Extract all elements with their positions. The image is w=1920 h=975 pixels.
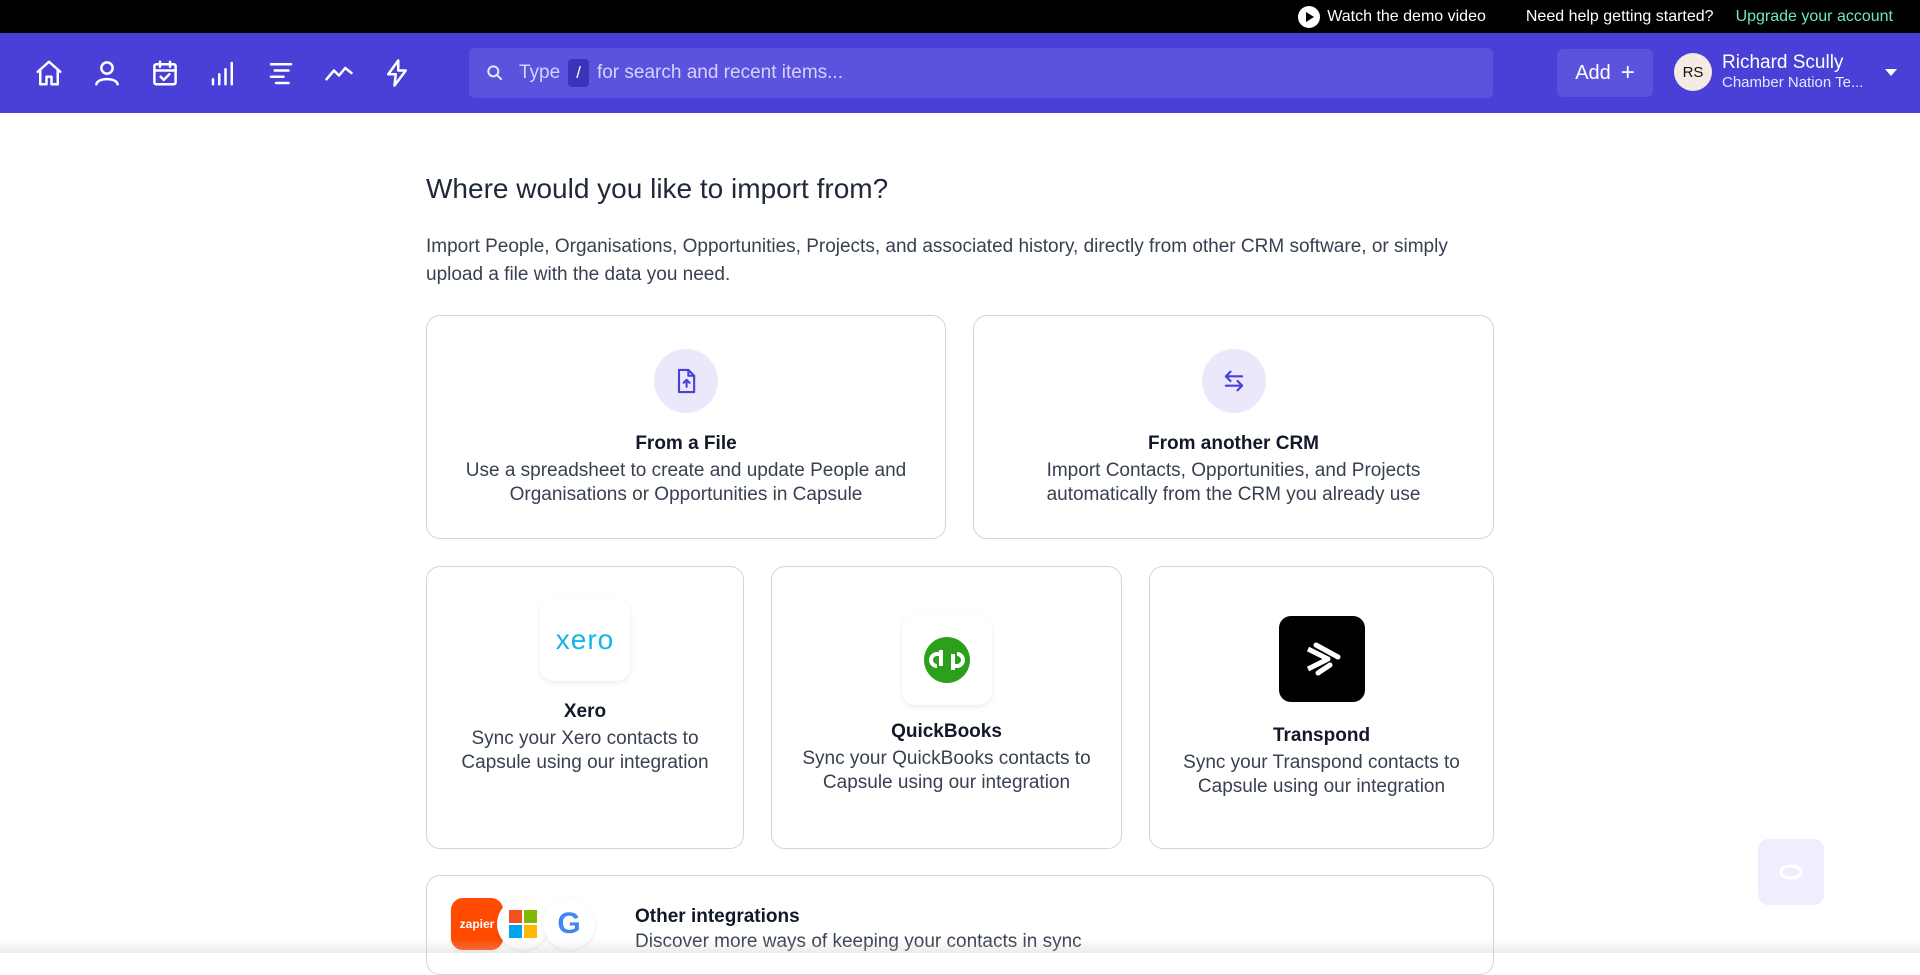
user-menu[interactable]: RS Richard Scully Chamber Nation Te... xyxy=(1674,52,1898,92)
upgrade-link[interactable]: Upgrade your account xyxy=(1736,8,1893,26)
xero-logo: xero xyxy=(540,599,630,681)
plus-icon: + xyxy=(1620,59,1635,86)
from-crm-title: From another CRM xyxy=(1148,433,1319,454)
calendar-check-icon[interactable] xyxy=(146,54,184,92)
quickbooks-title: QuickBooks xyxy=(891,721,1002,742)
from-file-card[interactable]: From a File Use a spreadsheet to create … xyxy=(426,315,946,539)
other-integrations-card[interactable]: zapier G Other integrations Discover mor… xyxy=(426,875,1494,975)
user-org: Chamber Nation Te... xyxy=(1722,74,1864,91)
transpond-desc: Sync your Transpond contacts to Capsule … xyxy=(1183,752,1460,797)
swap-arrows-icon xyxy=(1201,349,1266,413)
bottom-fade xyxy=(0,939,1920,953)
trend-line-icon[interactable] xyxy=(320,54,358,92)
list-icon[interactable] xyxy=(262,54,300,92)
zapier-logo-text: zapier xyxy=(459,917,495,931)
search-shortcut-key: / xyxy=(568,59,589,87)
search-placeholder: for search and recent items... xyxy=(596,62,843,83)
assistant-icon xyxy=(1779,864,1803,880)
add-button[interactable]: Add + xyxy=(1557,49,1653,97)
quickbooks-card[interactable]: QuickBooks Sync your QuickBooks contacts… xyxy=(771,566,1122,849)
from-crm-card[interactable]: From another CRM Import Contacts, Opport… xyxy=(973,315,1494,539)
home-icon[interactable] xyxy=(30,54,68,92)
google-logo-letter: G xyxy=(557,907,581,940)
avatar: RS xyxy=(1674,53,1712,91)
chat-assistant-button[interactable] xyxy=(1758,839,1824,905)
from-file-title: From a File xyxy=(635,433,737,454)
import-content: Where would you like to import from? Imp… xyxy=(426,113,1494,289)
watch-demo-link[interactable]: Watch the demo video xyxy=(1298,5,1486,28)
xero-card[interactable]: xero Xero Sync your Xero contacts to Cap… xyxy=(426,566,744,849)
file-upload-icon xyxy=(654,349,718,413)
chevron-down-icon xyxy=(1885,68,1898,76)
transpond-logo xyxy=(1278,616,1365,702)
play-icon xyxy=(1298,5,1321,28)
user-name: Richard Scully xyxy=(1722,52,1844,73)
person-icon[interactable] xyxy=(88,54,126,92)
watch-demo-label: Watch the demo video xyxy=(1327,7,1486,25)
search-icon xyxy=(487,65,503,81)
bar-chart-icon[interactable] xyxy=(204,54,242,92)
lightning-icon[interactable] xyxy=(378,54,416,92)
microsoft-logo-icon xyxy=(509,910,537,938)
intro-text: Import People, Organisations, Opportunit… xyxy=(426,236,1448,285)
help-link[interactable]: Need help getting started? xyxy=(1526,8,1714,26)
from-file-desc: Use a spreadsheet to create and update P… xyxy=(465,460,907,505)
quickbooks-logo xyxy=(901,615,992,705)
quickbooks-logo-icon xyxy=(923,637,970,683)
transpond-title: Transpond xyxy=(1272,725,1371,746)
nav-icon-group xyxy=(30,54,436,92)
page-title: Where would you like to import from? xyxy=(426,173,889,204)
xero-desc: Sync your Xero contacts to Capsule using… xyxy=(461,728,709,773)
transpond-card[interactable]: Transpond Sync your Transpond contacts t… xyxy=(1149,566,1494,849)
from-crm-desc: Import Contacts, Opportunities, and Proj… xyxy=(1046,460,1421,505)
quickbooks-desc: Sync your QuickBooks contacts to Capsule… xyxy=(802,748,1091,793)
transpond-logo-icon xyxy=(1306,642,1340,676)
top-utility-bar: Watch the demo video Need help getting s… xyxy=(0,0,1920,33)
add-button-label: Add xyxy=(1575,61,1611,84)
search-type-label: Type xyxy=(519,62,561,83)
search-bar[interactable]: Type / for search and recent items... xyxy=(469,48,1493,98)
xero-title: Xero xyxy=(563,701,607,722)
xero-logo-text: xero xyxy=(555,624,615,655)
other-integrations-title: Other integrations xyxy=(635,906,800,927)
